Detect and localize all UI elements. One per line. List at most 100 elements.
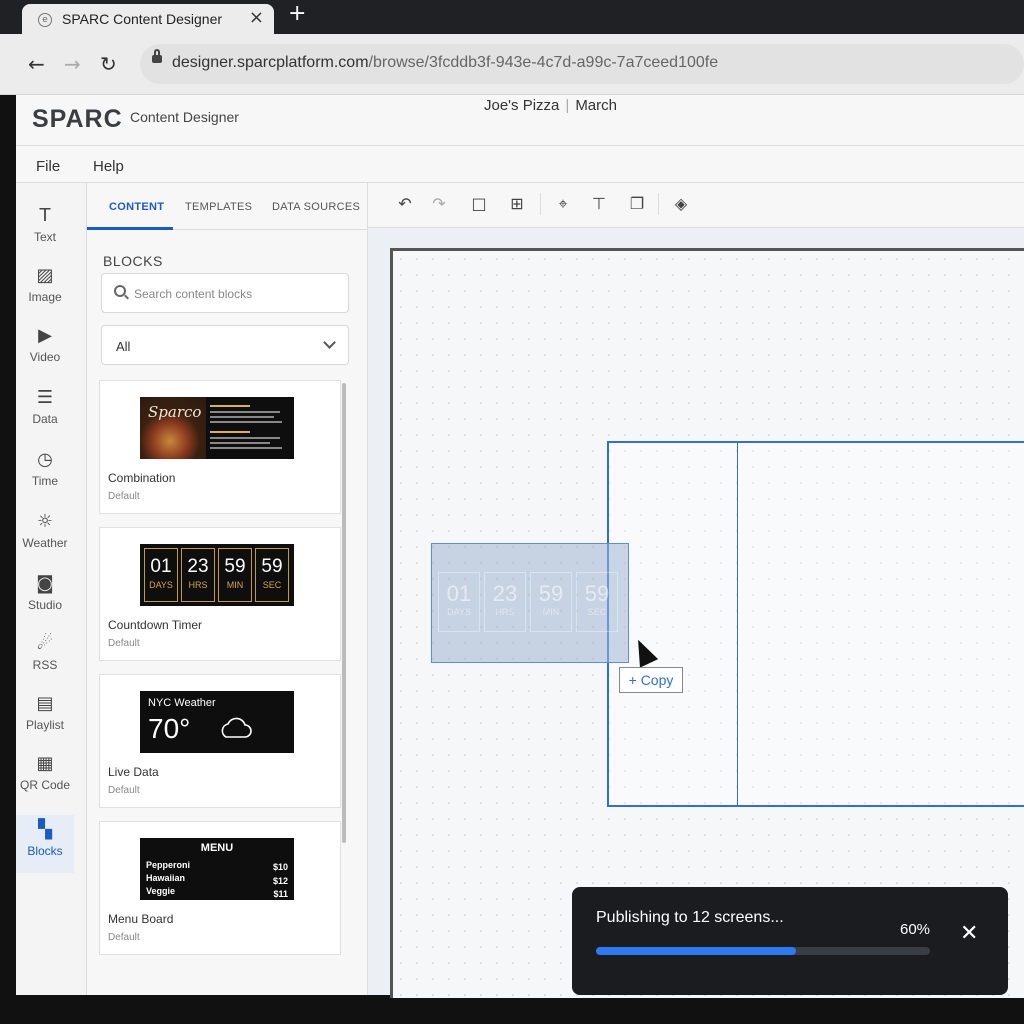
rail-label: Data bbox=[32, 412, 58, 426]
layers-icon[interactable]: ◈ bbox=[672, 195, 690, 213]
url-text: designer.sparcplatform.com/browse/3fcddb… bbox=[172, 54, 718, 72]
rail-label: QR Code bbox=[19, 778, 71, 792]
back-icon[interactable]: ← bbox=[28, 52, 45, 76]
close-icon[interactable]: ✕ bbox=[960, 921, 978, 946]
rail-item-qr-code[interactable]: ▦ QR Code bbox=[16, 749, 74, 807]
card-sub: Default bbox=[108, 491, 140, 502]
artboard[interactable]: 01 DAYS 23 HRS 59 MIN 59 SEC + Copy bbox=[390, 248, 1024, 998]
frame-icon[interactable]: □ bbox=[470, 195, 488, 213]
countdown-thumbnail: 01 DAYS 23 HRS 59 MIN 59 SEC bbox=[140, 544, 294, 606]
app-header: SPARC Content Designer Joe's Pizza | March bbox=[16, 95, 1024, 146]
browser-tab[interactable]: e SPARC Content Designer × bbox=[22, 4, 274, 34]
pin-icon[interactable]: ⊤ bbox=[590, 195, 608, 213]
countdown-label: SEC bbox=[262, 580, 282, 590]
ghost-label: HRS bbox=[495, 607, 515, 617]
card-name: Combination bbox=[108, 471, 176, 485]
data-icon: ☰ bbox=[36, 387, 54, 408]
cloud-icon bbox=[221, 717, 252, 738]
rail-item-studio[interactable]: ◙ Studio bbox=[16, 569, 74, 627]
qr-code-icon: ▦ bbox=[36, 753, 54, 774]
combination-text-line bbox=[210, 421, 282, 423]
rail-label: Image bbox=[28, 290, 62, 304]
design-canvas[interactable]: 01 DAYS 23 HRS 59 MIN 59 SEC + Copy bbox=[368, 228, 1024, 998]
rail-item-image[interactable]: ▨ Image bbox=[16, 261, 74, 319]
rail-label: Time bbox=[31, 474, 59, 488]
tab-close-icon[interactable]: × bbox=[249, 7, 264, 28]
tab-data-sources[interactable]: DATA SOURCES bbox=[272, 201, 360, 213]
undo-icon[interactable]: ↶ bbox=[396, 195, 414, 213]
combination-logo: Sparco bbox=[148, 403, 202, 421]
rail-item-text[interactable]: T Text bbox=[16, 201, 74, 259]
zone-divider[interactable] bbox=[737, 443, 738, 805]
forward-icon[interactable]: → bbox=[64, 52, 81, 76]
combination-thumbnail: Sparco bbox=[140, 397, 294, 459]
element-rail: T Text ▨ Image ▶ Video ☰ Data ◷ Time ☼ W… bbox=[16, 183, 87, 995]
tab-templates[interactable]: TEMPLATES bbox=[185, 201, 252, 213]
rail-item-time[interactable]: ◷ Time bbox=[16, 445, 74, 503]
text-icon: T bbox=[39, 205, 51, 226]
reload-icon[interactable]: ↻ bbox=[100, 52, 117, 76]
rail-label: Text bbox=[33, 230, 56, 244]
duplicate-icon[interactable]: ❐ bbox=[628, 195, 646, 213]
chevron-down-icon bbox=[323, 336, 336, 349]
doc-section: March bbox=[575, 97, 617, 114]
layout-zone[interactable] bbox=[607, 441, 1024, 807]
rail-item-video[interactable]: ▶ Video bbox=[16, 321, 74, 379]
image-icon: ▨ bbox=[36, 265, 54, 286]
redo-icon[interactable]: ↷ bbox=[430, 195, 448, 213]
combination-text-line bbox=[210, 431, 250, 433]
countdown-number: 59 bbox=[261, 556, 283, 577]
rail-item-rss[interactable]: ☄ RSS bbox=[16, 629, 74, 687]
toolbar-divider bbox=[658, 193, 659, 215]
document-title: Joe's Pizza | March bbox=[484, 97, 617, 114]
address-bar: ← → ↻ designer.sparcplatform.com/browse/… bbox=[0, 34, 1024, 95]
rail-item-blocks[interactable]: ▚ Blocks bbox=[16, 815, 74, 873]
countdown-number: 23 bbox=[187, 556, 209, 577]
menu-help[interactable]: Help bbox=[93, 158, 124, 175]
url-field[interactable]: designer.sparcplatform.com/browse/3fcddb… bbox=[140, 44, 1024, 84]
rail-item-playlist[interactable]: ▤ Playlist bbox=[16, 689, 74, 747]
grid-icon[interactable]: ⊞ bbox=[508, 195, 526, 213]
align-icon[interactable]: ⌖ bbox=[554, 195, 572, 213]
progress-track bbox=[596, 947, 930, 955]
menu-board-thumbnail: MENU Pepperoni $10 Hawaiian $12 Veggie $… bbox=[140, 838, 294, 900]
studio-icon: ◙ bbox=[36, 573, 54, 594]
dragged-countdown-block[interactable]: 01 DAYS 23 HRS 59 MIN 59 SEC bbox=[431, 543, 629, 663]
new-tab-icon[interactable]: + bbox=[288, 1, 306, 26]
block-card-combination[interactable]: Sparco Combination Default bbox=[99, 380, 341, 514]
card-sub: Default bbox=[108, 932, 140, 943]
video-icon: ▶ bbox=[38, 325, 52, 346]
menu-file[interactable]: File bbox=[36, 158, 60, 175]
rail-item-data[interactable]: ☰ Data bbox=[16, 383, 74, 441]
publishing-percent: 60% bbox=[900, 921, 931, 938]
rss-icon: ☄ bbox=[36, 633, 54, 654]
ghost-number: 59 bbox=[584, 581, 610, 606]
ghost-seconds: 59 SEC bbox=[576, 572, 618, 632]
active-tab-indicator bbox=[87, 227, 173, 230]
weather-city: NYC Weather bbox=[148, 697, 216, 709]
countdown-number: 59 bbox=[224, 556, 246, 577]
block-card-live-data[interactable]: NYC Weather 70° Live Data Default bbox=[99, 674, 341, 808]
tab-title: SPARC Content Designer bbox=[62, 11, 223, 27]
block-card-menu-board[interactable]: MENU Pepperoni $10 Hawaiian $12 Veggie $… bbox=[99, 821, 341, 955]
menu-item-name: Veggie bbox=[146, 886, 176, 896]
block-filter-select[interactable]: All bbox=[101, 325, 349, 365]
browser-tab-bar: e SPARC Content Designer × + bbox=[0, 0, 1024, 34]
combination-text-line bbox=[210, 447, 282, 449]
menu-item-price: $12 bbox=[272, 876, 288, 886]
publishing-toast: Publishing to 12 screens... 60% ✕ bbox=[572, 887, 1008, 995]
tab-content[interactable]: CONTENT bbox=[109, 201, 164, 213]
sparc-logo: SPARC bbox=[32, 105, 123, 133]
card-name: Menu Board bbox=[108, 912, 174, 926]
search-input[interactable]: Search content blocks bbox=[101, 273, 349, 313]
rail-item-weather[interactable]: ☼ Weather bbox=[16, 507, 74, 565]
ghost-minutes: 59 MIN bbox=[530, 572, 572, 632]
menu-bar: File Help bbox=[16, 146, 1024, 183]
rail-label: Weather bbox=[22, 536, 68, 550]
ghost-label: SEC bbox=[587, 607, 607, 617]
playlist-icon: ▤ bbox=[36, 693, 54, 714]
combination-text-line bbox=[210, 416, 274, 418]
block-card-countdown-timer[interactable]: 01 DAYS 23 HRS 59 MIN 59 SEC Countdown T… bbox=[99, 527, 341, 661]
rail-label: Video bbox=[29, 350, 61, 364]
rail-label: Playlist bbox=[25, 718, 64, 732]
